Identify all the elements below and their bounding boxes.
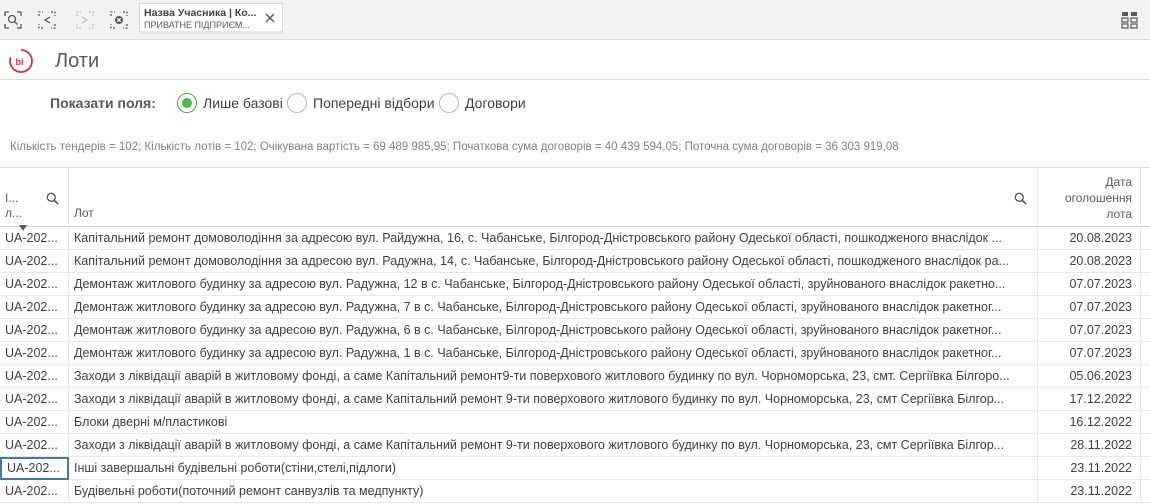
cell-date[interactable]: 23.11.2022 [1038, 457, 1141, 480]
cell-id[interactable]: UA-202... [0, 365, 69, 388]
cell-date[interactable]: 20.08.2023 [1038, 227, 1141, 250]
cell-id[interactable]: UA-202... [0, 480, 69, 503]
cell-lot[interactable]: Капітальний ремонт домоволодіння за адре… [69, 227, 1038, 250]
cell-date[interactable]: 05.06.2023 [1038, 365, 1141, 388]
cell-id[interactable]: UA-202... [0, 227, 69, 250]
search-icon[interactable] [46, 192, 59, 205]
cell-date[interactable]: 07.07.2023 [1038, 342, 1141, 365]
selections-toolbar: Назва Учасника | Ко... ПРИВАТНЕ ПІДПРИЄМ… [0, 0, 1150, 40]
cell-id[interactable]: UA-202... [0, 296, 69, 319]
selection-chip[interactable]: Назва Учасника | Ко... ПРИВАТНЕ ПІДПРИЄМ… [139, 3, 283, 34]
bi-logo-icon: bi [8, 48, 34, 74]
cell-lot[interactable]: Блоки дверні м/пластикові [69, 411, 1038, 434]
column-header-date[interactable]: Дата оголошення лота [1038, 168, 1141, 227]
table-row[interactable]: UA-202... Заходи з ліквідації аварій в ж… [0, 365, 1150, 388]
cell-date[interactable]: 07.07.2023 [1038, 273, 1141, 296]
radio-preliminary-selection[interactable]: Попередні відбори [287, 92, 435, 114]
radio-label: Лише базові [203, 95, 283, 111]
sheet-title-bar: bi Лоти [0, 41, 1150, 80]
smart-search-icon[interactable] [4, 11, 22, 29]
table-row[interactable]: UA-202... Демонтаж житлового будинку за … [0, 296, 1150, 319]
table-row[interactable]: UA-202... Капітальний ремонт домоволодін… [0, 250, 1150, 273]
close-icon[interactable] [264, 11, 276, 23]
cell-lot[interactable]: Капітальний ремонт домоволодіння за адре… [69, 250, 1038, 273]
cell-date[interactable]: 07.07.2023 [1038, 319, 1141, 342]
clear-selections-icon[interactable] [110, 11, 128, 29]
cell-date[interactable]: 07.07.2023 [1038, 296, 1141, 319]
cell-id[interactable]: UA-202... [0, 250, 69, 273]
cell-lot[interactable]: Демонтаж житлового будинку за адресою ву… [69, 319, 1038, 342]
page-title: Лоти [55, 50, 100, 72]
lots-table: І... л... Лот Дата оголошення лота UA-20… [0, 167, 1150, 503]
cell-lot[interactable]: Демонтаж житлового будинку за адресою ву… [69, 296, 1038, 319]
table-row[interactable]: UA-202... Заходи з ліквідації аварій в ж… [0, 388, 1150, 411]
selection-field-name: Назва Учасника | Ко... [144, 7, 257, 19]
table-row[interactable]: UA-202... Демонтаж житлового будинку за … [0, 342, 1150, 365]
table-row[interactable]: UA-202... Демонтаж житлового будинку за … [0, 273, 1150, 296]
kpi-summary: Кількість тендерів = 102; Кількість лоті… [10, 141, 899, 153]
column-header-lot[interactable]: Лот [69, 168, 1038, 227]
radio-unchecked-icon[interactable] [439, 93, 459, 113]
table-row[interactable]: UA-202... Демонтаж житлового будинку за … [0, 319, 1150, 342]
table-row[interactable]: UA-202... Будівельні роботи(поточний рем… [0, 480, 1150, 503]
column-header-label: І... [5, 191, 19, 205]
cell-date[interactable]: 17.12.2022 [1038, 388, 1141, 411]
column-header-id[interactable]: І... л... [0, 168, 69, 231]
cell-lot[interactable]: Інші завершальні будівельні роботи(стіни… [69, 457, 1038, 480]
cell-id[interactable]: UA-202... [0, 457, 69, 480]
column-header-label: л... [5, 206, 23, 220]
cell-lot[interactable]: Заходи з ліквідації аварій в житловому ф… [69, 365, 1038, 388]
cell-date[interactable]: 20.08.2023 [1038, 250, 1141, 273]
radio-label: Попередні відбори [313, 95, 435, 111]
cell-lot[interactable]: Будівельні роботи(поточний ремонт санвуз… [69, 480, 1038, 503]
search-icon[interactable] [1014, 192, 1027, 205]
selection-field-value: ПРИВАТНЕ ПІДПРИЄМ... [144, 20, 250, 30]
selections-tool-icon[interactable] [38, 11, 56, 29]
cell-lot[interactable]: Демонтаж житлового будинку за адресою ву… [69, 342, 1038, 365]
cell-id[interactable]: UA-202... [0, 434, 69, 457]
cell-date[interactable]: 23.11.2022 [1038, 480, 1141, 503]
radio-basic-only[interactable]: Лише базові [177, 92, 283, 114]
radio-contracts[interactable]: Договори [439, 92, 526, 114]
cell-id[interactable]: UA-202... [0, 319, 69, 342]
cell-lot[interactable]: Заходи з ліквідації аварій в житловому ф… [69, 434, 1038, 457]
sheets-grid-icon[interactable] [1121, 11, 1139, 29]
cell-lot[interactable]: Заходи з ліквідації аварій в житловому ф… [69, 388, 1038, 411]
table-header: І... л... Лот Дата оголошення лота [0, 168, 1150, 231]
cell-date[interactable]: 16.12.2022 [1038, 411, 1141, 434]
cell-id[interactable]: UA-202... [0, 342, 69, 365]
table-body: UA-202... Капітальний ремонт домоволодін… [0, 227, 1150, 503]
column-header-label: Лот [74, 206, 94, 220]
column-header-label: Дата оголошення лота [1064, 175, 1132, 221]
table-row[interactable]: UA-202... Капітальний ремонт домоволодін… [0, 227, 1150, 250]
radio-unchecked-icon[interactable] [287, 93, 307, 113]
table-row[interactable]: UA-202... Заходи з ліквідації аварій в ж… [0, 434, 1150, 457]
table-row[interactable]: UA-202... Блоки дверні м/пластикові 16.1… [0, 411, 1150, 434]
cell-id[interactable]: UA-202... [0, 273, 69, 296]
radio-label: Договори [465, 95, 526, 111]
radio-checked-icon[interactable] [177, 93, 197, 113]
cell-date[interactable]: 28.11.2022 [1038, 434, 1141, 457]
cell-id[interactable]: UA-202... [0, 411, 69, 434]
cell-id[interactable]: UA-202... [0, 388, 69, 411]
step-forward-icon[interactable] [76, 11, 94, 29]
table-row-selected[interactable]: UA-202... Інші завершальні будівельні ро… [0, 457, 1150, 480]
show-fields-label: Показати поля: [50, 95, 156, 111]
svg-text:bi: bi [16, 57, 24, 67]
cell-lot[interactable]: Демонтаж житлового будинку за адресою ву… [69, 273, 1038, 296]
